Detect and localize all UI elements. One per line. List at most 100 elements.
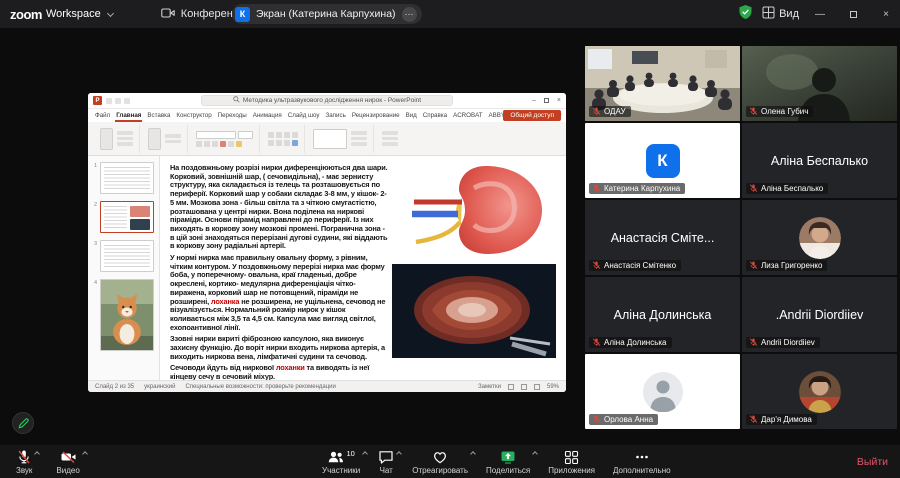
maximize-button[interactable] — [841, 0, 865, 28]
participant-label: Орлова Анна — [589, 414, 658, 425]
toolbar-label: Отреагировать — [412, 466, 468, 475]
zoom-workspace-menu[interactable]: zoom Workspace — [10, 7, 113, 22]
ribbon-group-slides[interactable] — [142, 125, 188, 153]
view-button[interactable]: Вид — [762, 6, 799, 22]
ppt-tab-Переходы[interactable]: Переходы — [217, 109, 248, 122]
slide-text: На поздовжньому розрізі нирки диференцію… — [170, 164, 390, 380]
ppt-ribbon[interactable] — [88, 122, 566, 156]
ppt-tab-Справка[interactable]: Справка — [422, 109, 448, 122]
chat-icon — [378, 449, 394, 465]
ribbon-group-paragraph[interactable] — [262, 125, 305, 153]
participant-tile-2[interactable]: Олена Губич — [742, 46, 897, 121]
slide-number: 4 — [91, 279, 97, 351]
participant-tile-10[interactable]: Дар'я Димова — [742, 354, 897, 429]
muted-mic-icon — [592, 107, 601, 116]
annotation-pencil-button[interactable] — [12, 412, 34, 434]
accessibility-indicator[interactable]: Специальные возможности: проверьте реком… — [185, 384, 335, 390]
ppt-tab-Вид[interactable]: Вид — [405, 109, 418, 122]
participant-tile-3[interactable]: ККатерина Карпухина — [585, 123, 740, 198]
leave-meeting-button[interactable]: Выйти — [857, 445, 888, 478]
ppt-tab-Рецензирование[interactable]: Рецензирование — [351, 109, 401, 122]
participant-tile-9[interactable]: Орлова Анна — [585, 354, 740, 429]
participant-label: Дар'я Димова — [746, 414, 817, 425]
participant-name: ОДАУ — [604, 107, 626, 116]
chevron-up-icon[interactable] — [362, 451, 368, 457]
participant-label: Анастасія Смітенко — [589, 260, 681, 271]
zoom-level[interactable]: 59% — [547, 384, 559, 390]
ribbon-group-editing[interactable] — [376, 125, 404, 153]
ppt-tab-ACROBAT[interactable]: ACROBAT — [452, 109, 483, 122]
slide-canvas: На поздовжньому розрізі нирки диференцію… — [160, 156, 566, 380]
toolbar-share-button[interactable]: Поделиться — [478, 445, 538, 478]
workspace-label: Workspace — [46, 8, 101, 20]
quick-access-toolbar[interactable] — [106, 98, 130, 104]
notes-button[interactable]: Заметки — [478, 384, 501, 390]
toolbar-apps-button[interactable]: Приложения — [540, 445, 603, 478]
toolbar-label: Звук — [16, 466, 32, 475]
close-button[interactable]: × — [874, 0, 898, 28]
screen-share-indicator[interactable]: К Экран (Катерина Карпухина) ⋯ — [232, 4, 422, 24]
participant-tile-7[interactable]: Аліна ДолинськаАліна Долинська — [585, 277, 740, 352]
muted-mic-icon — [749, 184, 758, 193]
share-icon — [500, 449, 516, 465]
toolbar-chat-button[interactable]: Чат — [370, 445, 402, 478]
chevron-up-icon[interactable] — [82, 451, 88, 457]
new-slide-button[interactable] — [148, 128, 161, 150]
participant-tile-6[interactable]: Лиза Григоренко — [742, 200, 897, 275]
slide-thumbnail-2[interactable]: 2 — [91, 201, 154, 233]
ppt-tab-Запись[interactable]: Запись — [325, 109, 347, 122]
kidney-photo-image — [392, 264, 556, 358]
participant-tile-1[interactable]: ОДАУ — [585, 46, 740, 121]
participant-tile-8[interactable]: .Andrii DiordiievAndrii Diordiiev — [742, 277, 897, 352]
toolbar-more-button[interactable]: Дополнительно — [605, 445, 679, 478]
share-options-button[interactable]: ⋯ — [402, 7, 417, 22]
toolbar-participants-button[interactable]: 10Участники — [314, 445, 368, 478]
thumbnail-preview — [100, 240, 154, 272]
toolbar-video-button[interactable]: Видео — [48, 445, 87, 478]
ppt-maximize-button[interactable] — [544, 98, 549, 103]
ppt-tab-Главная[interactable]: Главная — [115, 109, 142, 122]
normal-view-icon[interactable] — [508, 384, 514, 390]
security-shield-icon[interactable] — [738, 4, 753, 25]
slide-thumbnail-3[interactable]: 3 — [91, 240, 154, 272]
shared-screen-title: Экран (Катерина Карпухина) — [256, 8, 396, 20]
ribbon-group-font[interactable] — [190, 125, 260, 153]
participant-label: Andrii Diordiiev — [746, 337, 820, 348]
chevron-up-icon[interactable] — [470, 451, 476, 457]
participant-tile-4[interactable]: Аліна БеспалькоАліна Беспалько — [742, 123, 897, 198]
ppt-minimize-button[interactable]: – — [532, 97, 536, 104]
ppt-share-button[interactable]: Общий доступ — [503, 110, 561, 121]
muted-mic-icon — [592, 261, 601, 270]
ppt-close-button[interactable]: × — [557, 97, 561, 104]
slideshow-view-icon[interactable] — [534, 384, 540, 390]
ribbon-group-drawing[interactable] — [307, 125, 374, 153]
chevron-up-icon[interactable] — [532, 451, 538, 457]
toolbar-audio-button[interactable]: Звук — [8, 445, 40, 478]
paste-button[interactable] — [100, 128, 113, 150]
language-indicator[interactable]: украинский — [144, 384, 175, 390]
more-icon — [634, 449, 650, 465]
ppt-tab-Слайд шоу[interactable]: Слайд шоу — [287, 109, 321, 122]
ppt-search-box[interactable]: Методика ультразвукового дослідження нир… — [201, 95, 453, 106]
toolbar-label: Участники — [322, 466, 360, 475]
chevron-up-icon[interactable] — [35, 451, 41, 457]
slide-thumbnail-cat[interactable]: 4 — [91, 279, 154, 351]
slide-paragraph: На поздовжньому розрізі нирки диференцію… — [170, 164, 390, 251]
participant-tile-5[interactable]: Анастасія Сміте...Анастасія Смітенко — [585, 200, 740, 275]
ribbon-decor — [351, 131, 367, 146]
zoom-logo: zoom — [10, 7, 42, 22]
ppt-tab-Конструктор[interactable]: Конструктор — [175, 109, 212, 122]
ribbon-group-clipboard[interactable] — [94, 125, 140, 153]
minimize-button[interactable]: — — [808, 0, 832, 28]
participant-name: Дар'я Димова — [761, 415, 812, 424]
ppt-ribbon-tabs: Файл Главная Вставка Конструктор Переходы Ани… — [88, 109, 566, 122]
slide-thumbnail-1[interactable]: 1 — [91, 162, 154, 194]
toolbar-react-button[interactable]: Отреагировать — [404, 445, 476, 478]
chevron-up-icon[interactable] — [396, 451, 402, 457]
ppt-tab-Файл[interactable]: Файл — [94, 109, 111, 122]
slide-sorter-view-icon[interactable] — [521, 384, 527, 390]
ppt-tab-Вставка[interactable]: Вставка — [146, 109, 171, 122]
ppt-tab-Анимация[interactable]: Анимация — [252, 109, 283, 122]
shapes-gallery[interactable] — [313, 129, 347, 149]
powerpoint-icon: P — [93, 96, 102, 105]
